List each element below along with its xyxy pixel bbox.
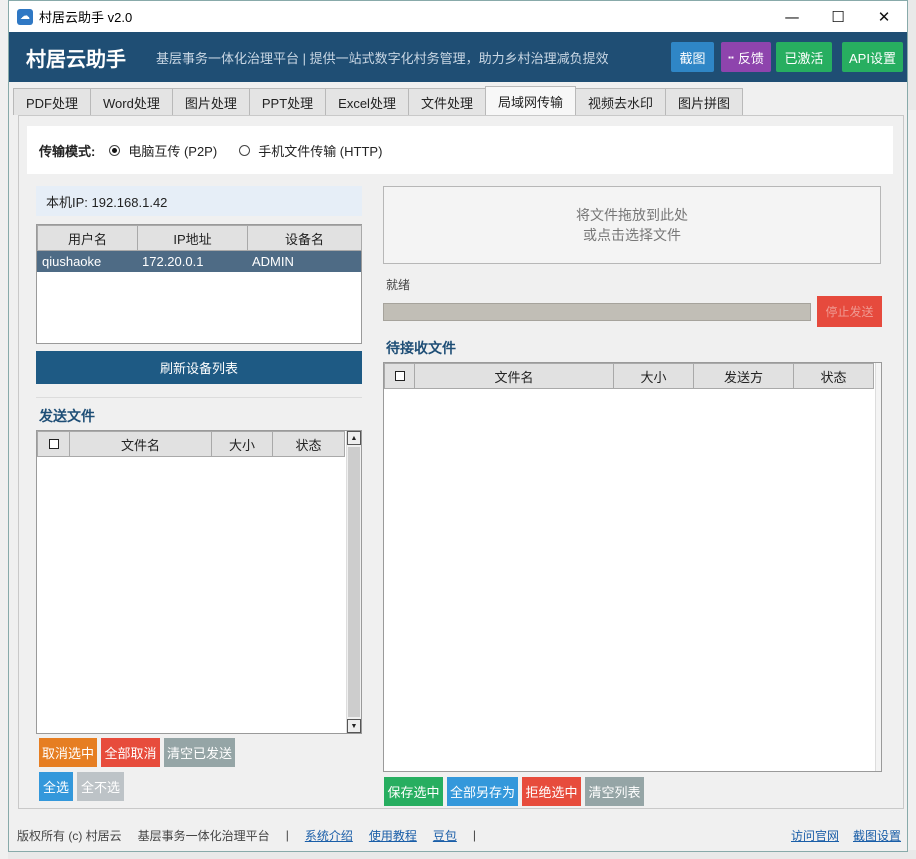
- col-recv-size[interactable]: 大小: [613, 363, 694, 389]
- col-ip[interactable]: IP地址: [137, 225, 248, 251]
- tab-pdf[interactable]: PDF处理: [13, 88, 92, 115]
- footer-link-tutorial[interactable]: 使用教程: [369, 827, 417, 844]
- transfer-mode-bar: 传输模式: 电脑互传 (P2P) 手机文件传输 (HTTP): [27, 126, 893, 174]
- app-window: ☁ 村居云助手 v2.0 — ☐ ✕ 村居云助手 基层事务一体化治理平台 | 提…: [8, 0, 908, 852]
- clear-sent-button[interactable]: 清空已发送: [164, 738, 235, 767]
- window-title: 村居云助手 v2.0: [39, 10, 133, 25]
- drop-zone-line2: 或点击选择文件: [583, 227, 681, 243]
- tab-image-collage[interactable]: 图片拼图: [665, 88, 744, 115]
- tab-bar: PDF处理 Word处理 图片处理 PPT处理 Excel处理 文件处理 局域网…: [13, 86, 744, 115]
- maximize-button[interactable]: ☐: [815, 1, 861, 32]
- scroll-down-icon[interactable]: ▼: [347, 719, 361, 733]
- local-ip-label: 本机IP: 192.168.1.42: [36, 186, 362, 216]
- tab-image[interactable]: 图片处理: [171, 88, 250, 115]
- receive-files-title: 待接收文件: [386, 340, 456, 356]
- footer-platform: 基层事务一体化治理平台: [137, 828, 270, 843]
- footer-copyright: 版权所有 (c) 村居云: [17, 828, 122, 843]
- footer: 版权所有 (c) 村居云 基层事务一体化治理平台 | 系统介绍 使用教程 豆包 …: [9, 817, 907, 853]
- activated-button[interactable]: 已激活: [776, 42, 832, 72]
- checkbox-icon: [48, 439, 59, 449]
- mode-label: 传输模式:: [39, 143, 96, 159]
- save-all-button[interactable]: 全部另存为: [447, 777, 518, 806]
- device-name: ADMIN: [252, 254, 294, 269]
- footer-link-screenshot-settings[interactable]: 截图设置: [853, 827, 901, 844]
- unselect-all-button[interactable]: 全部取消: [101, 738, 160, 767]
- feedback-button[interactable]: ▪▪ 反馈: [721, 42, 771, 72]
- tab-video-watermark[interactable]: 视频去水印: [574, 88, 666, 115]
- app-logo-icon: ☁: [17, 8, 33, 25]
- clear-list-button[interactable]: 清空列表: [585, 777, 644, 806]
- col-recv-status[interactable]: 状态: [793, 363, 874, 389]
- device-ip: 172.20.0.1: [142, 254, 204, 269]
- divider: [36, 397, 362, 398]
- reject-selected-button[interactable]: 拒绝选中: [522, 777, 581, 806]
- mode-p2p-label: 电脑互传 (P2P): [128, 143, 218, 159]
- col-send-size[interactable]: 大小: [211, 431, 273, 457]
- col-device[interactable]: 设备名: [247, 225, 362, 251]
- save-selected-button[interactable]: 保存选中: [384, 777, 443, 806]
- screenshot-button[interactable]: 截图: [671, 42, 714, 72]
- tab-content: 传输模式: 电脑互传 (P2P) 手机文件传输 (HTTP) 本机IP: 192…: [18, 115, 904, 809]
- device-list[interactable]: 用户名 IP地址 设备名 qiushaoke 172.20.0.1 ADMIN: [36, 224, 362, 344]
- device-row[interactable]: qiushaoke 172.20.0.1 ADMIN: [37, 251, 361, 272]
- close-button[interactable]: ✕: [861, 1, 907, 32]
- file-drop-zone[interactable]: 将文件拖放到此处 或点击选择文件: [383, 186, 881, 264]
- tab-ppt[interactable]: PPT处理: [248, 88, 327, 115]
- scroll-thumb[interactable]: [348, 447, 360, 717]
- chat-icon: ▪▪: [728, 52, 734, 62]
- send-file-list[interactable]: 文件名 大小 状态 ▲ ▼: [36, 430, 362, 734]
- refresh-devices-button[interactable]: 刷新设备列表: [36, 351, 362, 384]
- receive-list-header: 文件名 大小 发送方 状态: [384, 363, 881, 389]
- brand-slogan: 基层事务一体化治理平台 | 提供一站式数字化村务管理，助力乡村治理减负提效: [156, 50, 609, 66]
- radio-checked-icon: [109, 144, 121, 156]
- col-send-status[interactable]: 状态: [272, 431, 345, 457]
- mode-http-radio[interactable]: 手机文件传输 (HTTP): [239, 141, 382, 160]
- transfer-progress-bar: [383, 303, 811, 321]
- brand-title: 村居云助手: [26, 48, 126, 71]
- col-recv-check[interactable]: [384, 363, 415, 389]
- device-user: qiushaoke: [42, 254, 102, 269]
- footer-separator: |: [472, 828, 476, 842]
- background-strip: [0, 0, 8, 859]
- receive-file-list[interactable]: 文件名 大小 发送方 状态: [383, 362, 882, 772]
- select-all-button[interactable]: 全选: [39, 772, 73, 801]
- receive-list-scrollbar[interactable]: [875, 363, 881, 771]
- col-send-filename[interactable]: 文件名: [69, 431, 212, 457]
- unselect-button[interactable]: 取消选中: [39, 738, 97, 767]
- device-list-header: 用户名 IP地址 设备名: [37, 225, 362, 251]
- api-settings-button[interactable]: API设置: [842, 42, 903, 72]
- send-list-header: 文件名 大小 状态: [37, 431, 361, 457]
- footer-link-website[interactable]: 访问官网: [791, 827, 839, 844]
- tab-lan-transfer[interactable]: 局域网传输: [484, 86, 576, 115]
- mode-http-label: 手机文件传输 (HTTP): [258, 143, 383, 159]
- send-files-title: 发送文件: [39, 408, 95, 424]
- tab-word[interactable]: Word处理: [90, 88, 173, 115]
- tab-file[interactable]: 文件处理: [407, 88, 486, 115]
- footer-link-intro[interactable]: 系统介绍: [305, 827, 353, 844]
- status-text: 就绪: [386, 278, 411, 292]
- drop-zone-line1: 将文件拖放到此处: [576, 207, 688, 223]
- scroll-up-icon[interactable]: ▲: [347, 431, 361, 445]
- footer-link-doubao[interactable]: 豆包: [433, 827, 457, 844]
- select-none-button[interactable]: 全不选: [77, 772, 124, 801]
- col-recv-sender[interactable]: 发送方: [693, 363, 794, 389]
- tab-excel[interactable]: Excel处理: [325, 88, 409, 115]
- checkbox-icon: [394, 371, 405, 381]
- col-username[interactable]: 用户名: [37, 225, 138, 251]
- footer-separator: |: [285, 828, 289, 842]
- app-header: 村居云助手 基层事务一体化治理平台 | 提供一站式数字化村务管理，助力乡村治理减…: [9, 32, 907, 82]
- stop-sending-button[interactable]: 停止发送: [817, 296, 882, 327]
- feedback-label: 反馈: [737, 50, 764, 66]
- minimize-button[interactable]: —: [769, 1, 815, 32]
- col-send-check[interactable]: [37, 431, 70, 457]
- col-recv-filename[interactable]: 文件名: [414, 363, 614, 389]
- title-bar: ☁ 村居云助手 v2.0 — ☐ ✕: [9, 1, 907, 32]
- radio-unchecked-icon: [239, 144, 251, 156]
- send-list-scrollbar[interactable]: ▲ ▼: [346, 431, 361, 733]
- mode-p2p-radio[interactable]: 电脑互传 (P2P): [109, 141, 217, 160]
